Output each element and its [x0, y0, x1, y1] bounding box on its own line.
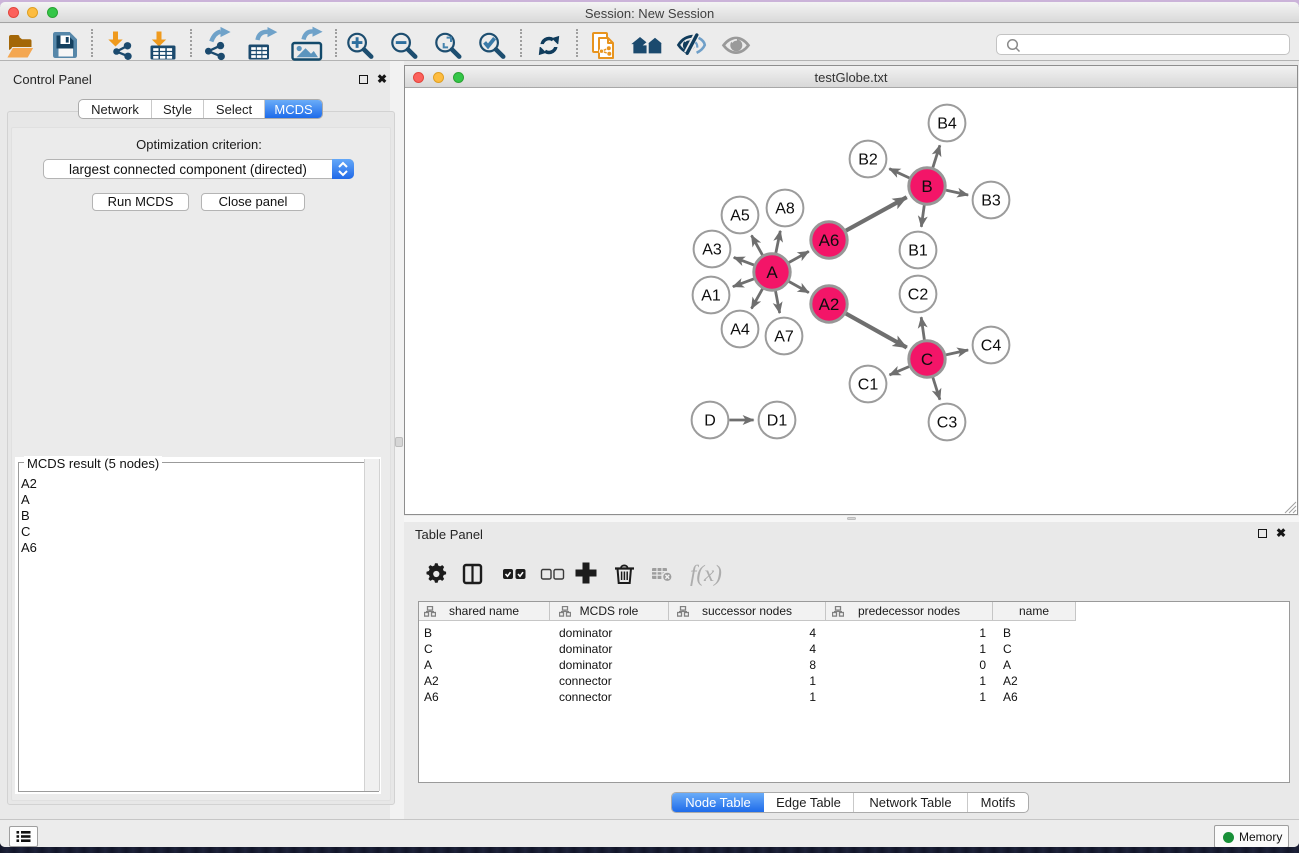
svg-text:D1: D1 — [767, 413, 788, 430]
svg-text:A7: A7 — [774, 329, 794, 346]
svg-text:A2: A2 — [819, 295, 840, 314]
svg-text:A6: A6 — [819, 231, 840, 250]
svg-text:A1: A1 — [701, 288, 721, 305]
svg-text:B2: B2 — [858, 152, 878, 169]
svg-text:A3: A3 — [702, 242, 722, 259]
svg-text:B3: B3 — [981, 193, 1001, 210]
svg-text:A5: A5 — [730, 208, 750, 225]
svg-text:A4: A4 — [730, 322, 750, 339]
svg-text:C: C — [921, 350, 933, 369]
svg-text:A: A — [766, 263, 778, 282]
svg-text:f(x): f(x) — [690, 561, 722, 586]
svg-text:C3: C3 — [937, 415, 958, 432]
svg-text:B: B — [921, 177, 932, 196]
svg-text:C2: C2 — [908, 287, 929, 304]
svg-text:C4: C4 — [981, 338, 1002, 355]
svg-text:B1: B1 — [908, 243, 928, 260]
svg-text:B4: B4 — [937, 116, 957, 133]
svg-text:D: D — [704, 413, 716, 430]
svg-text:C1: C1 — [858, 377, 879, 394]
svg-text:A8: A8 — [775, 201, 795, 218]
